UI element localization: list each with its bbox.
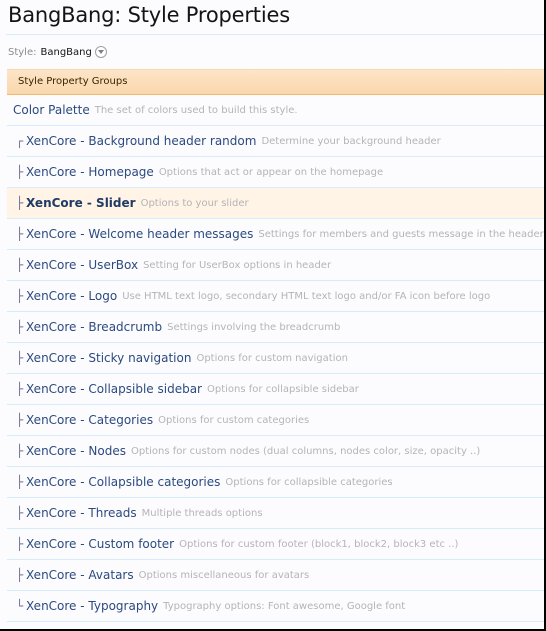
group-description: Options for collapsible categories xyxy=(225,476,393,488)
tree-branch-icon: ├ xyxy=(16,413,24,427)
group-row[interactable]: ┌ XenCore - Background header random Deter… xyxy=(7,126,544,157)
tree-branch-icon: ├ xyxy=(16,320,24,334)
group-row[interactable]: ├ XenCore - Homepage Options that act or a… xyxy=(7,157,544,188)
group-link[interactable]: XenCore - Background header random xyxy=(26,134,256,148)
group-description: Options for custom navigation xyxy=(196,352,348,364)
group-row[interactable]: ├ XenCore - Breadcrumb Settings involving … xyxy=(7,312,544,343)
group-link[interactable]: XenCore - Homepage xyxy=(26,165,154,179)
group-description: Typography options: Font awesome, Google… xyxy=(163,600,406,612)
style-chooser[interactable]: Style: BangBang xyxy=(8,46,107,58)
tree-branch-icon: ├ xyxy=(16,289,24,303)
group-description: Settings for members and guests message … xyxy=(258,228,544,240)
group-row[interactable]: ├ XenCore - Logo Use HTML text logo, secon… xyxy=(7,281,544,312)
page-title: BangBang: Style Properties xyxy=(8,3,290,27)
group-link[interactable]: XenCore - Breadcrumb xyxy=(26,320,162,334)
group-link[interactable]: Color Palette xyxy=(13,103,90,117)
tree-branch-icon: ├ xyxy=(16,382,24,396)
group-link[interactable]: XenCore - Categories xyxy=(26,413,153,427)
group-link[interactable]: XenCore - Sticky navigation xyxy=(26,351,191,365)
group-link[interactable]: XenCore - Slider xyxy=(26,196,136,210)
group-row[interactable]: ├ XenCore - Nodes Options for custom nodes… xyxy=(7,436,544,467)
group-description: Options for custom nodes (dual columns, … xyxy=(130,445,481,457)
group-description: Options that act or appear on the homepa… xyxy=(158,166,384,178)
group-description: Options to your slider xyxy=(140,197,249,209)
group-row[interactable]: Color Palette The set of colors used to b… xyxy=(7,95,544,126)
page-frame: BangBang: Style Properties Style: BangBa… xyxy=(0,0,546,631)
group-link[interactable]: XenCore - Typography xyxy=(26,599,158,613)
group-row[interactable]: ├ XenCore - Avatars Options miscellaneous … xyxy=(7,560,544,591)
tree-branch-icon: ├ xyxy=(16,196,24,210)
tree-branch-icon: ├ xyxy=(16,475,24,489)
group-description: Setting for UserBox options in header xyxy=(143,259,332,271)
group-description: Options for collapsible sidebar xyxy=(207,383,359,395)
tree-branch-icon: ├ xyxy=(16,258,24,272)
group-row[interactable]: ├ XenCore - Welcome header messages Settin… xyxy=(7,219,544,250)
tree-branch-icon: └ xyxy=(16,599,24,613)
tree-branch-icon: ┌ xyxy=(16,134,24,148)
group-row[interactable]: ├ XenCore - Threads Multiple threads optio… xyxy=(7,498,544,529)
tree-branch-icon: ├ xyxy=(16,537,24,551)
group-description: Options for custom footer (block1, block… xyxy=(179,538,459,550)
style-property-group-list: Color Palette The set of colors used to b… xyxy=(7,95,544,622)
tree-branch-icon: ├ xyxy=(16,444,24,458)
title-divider xyxy=(6,34,544,35)
style-chooser-label: Style: xyxy=(8,46,37,58)
group-row[interactable]: └ XenCore - Typography Typography options:… xyxy=(7,591,544,622)
chevron-down-circle-icon[interactable] xyxy=(94,46,107,58)
tree-branch-icon: ├ xyxy=(16,506,24,520)
group-link[interactable]: XenCore - Logo xyxy=(26,289,117,303)
group-row[interactable]: ├ XenCore - Collapsible sidebar Options fo… xyxy=(7,374,544,405)
tree-branch-icon: ├ xyxy=(16,568,24,582)
group-description: Options for custom categories xyxy=(158,414,310,426)
group-description: Determine your background header xyxy=(261,135,441,147)
tree-branch-icon: ├ xyxy=(16,165,24,179)
group-link[interactable]: XenCore - Nodes xyxy=(26,444,126,458)
group-link[interactable]: XenCore - UserBox xyxy=(26,258,138,272)
group-link[interactable]: XenCore - Welcome header messages xyxy=(26,227,253,241)
tree-branch-icon: ├ xyxy=(16,351,24,365)
group-link[interactable]: XenCore - Threads xyxy=(26,506,137,520)
group-row[interactable]: ├ XenCore - Categories Options for custom … xyxy=(7,405,544,436)
group-link[interactable]: XenCore - Collapsible categories xyxy=(26,475,220,489)
group-row[interactable]: ├ XenCore - Custom footer Options for cust… xyxy=(7,529,544,560)
group-description: Options miscellaneous for avatars xyxy=(138,569,310,581)
section-header: Style Property Groups xyxy=(7,69,544,95)
group-link[interactable]: XenCore - Custom footer xyxy=(26,537,174,551)
group-row[interactable]: ├ XenCore - Sticky navigation Options for … xyxy=(7,343,544,374)
group-description: Settings involving the breadcrumb xyxy=(167,321,341,333)
group-row[interactable]: ├ XenCore - Collapsible categories Options… xyxy=(7,467,544,498)
tree-branch-icon: ├ xyxy=(16,227,24,241)
group-link[interactable]: XenCore - Avatars xyxy=(26,568,134,582)
group-description: Use HTML text logo, secondary HTML text … xyxy=(122,290,491,302)
group-description: The set of colors used to build this sty… xyxy=(94,104,298,116)
group-link[interactable]: XenCore - Collapsible sidebar xyxy=(26,382,202,396)
group-row[interactable]: ├ XenCore - UserBox Setting for UserBox op… xyxy=(7,250,544,281)
group-row[interactable]: ├ XenCore - Slider Options to your slider xyxy=(7,188,544,219)
group-description: Multiple threads options xyxy=(141,507,263,519)
style-chooser-value[interactable]: BangBang xyxy=(41,47,92,58)
